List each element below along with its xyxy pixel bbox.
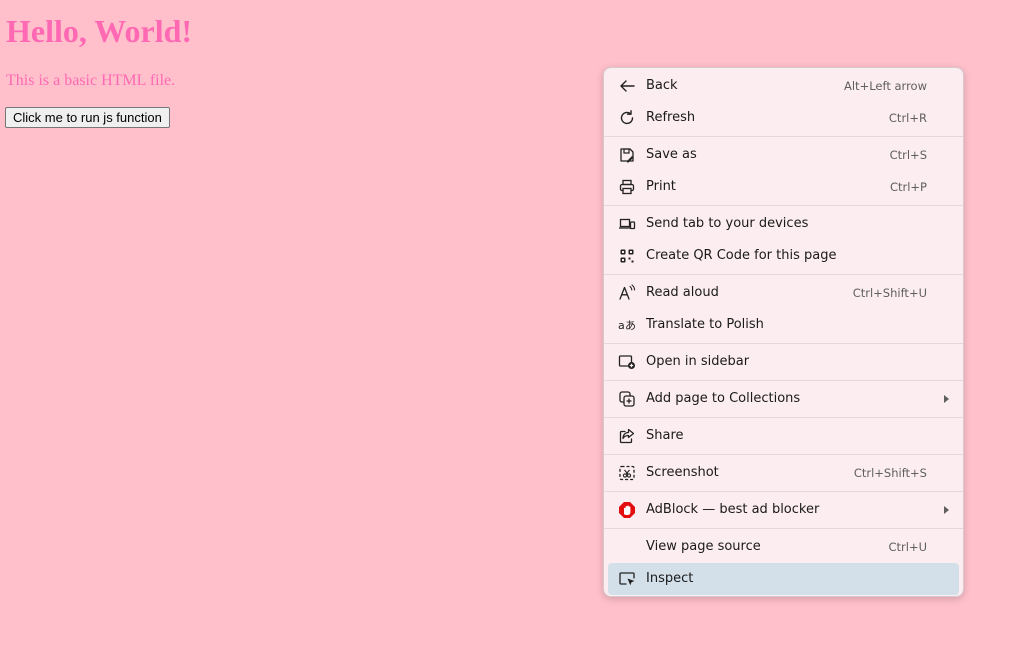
page-heading: Hello, World! [6,13,193,49]
menu-item-label: Screenshot [646,465,719,480]
translate-icon: aあ [618,316,636,334]
menu-divider [604,380,963,381]
menu-item-translate[interactable]: aあ Translate to Polish [608,309,959,341]
menu-divider [604,454,963,455]
menu-item-label: Send tab to your devices [646,216,809,231]
menu-divider [604,274,963,275]
menu-item-label: Back [646,78,678,93]
menu-item-shortcut: Ctrl+Shift+S [853,466,927,480]
menu-item-label: Translate to Polish [646,317,764,332]
menu-item-save-as[interactable]: Save as Ctrl+S [608,139,959,171]
menu-divider [604,417,963,418]
inspect-icon [618,570,636,588]
menu-item-qr-code[interactable]: Create QR Code for this page [608,240,959,272]
page-paragraph: This is a basic HTML file. [6,72,176,89]
devices-icon [618,215,636,233]
menu-item-label: Create QR Code for this page [646,248,837,263]
submenu-arrow-icon [944,506,949,514]
menu-item-open-sidebar[interactable]: Open in sidebar [608,346,959,378]
menu-divider [604,528,963,529]
printer-icon [618,178,636,196]
menu-item-back[interactable]: Back Alt+Left arrow [608,70,959,102]
menu-item-read-aloud[interactable]: Read aloud Ctrl+Shift+U [608,277,959,309]
adblock-icon [618,501,636,519]
menu-item-shortcut: Ctrl+U [888,540,927,554]
menu-item-shortcut: Ctrl+S [889,148,927,162]
share-icon [618,427,636,445]
refresh-icon [618,109,636,127]
submenu-arrow-icon [944,395,949,403]
menu-item-add-to-collections[interactable]: Add page to Collections [608,383,959,415]
menu-divider [604,491,963,492]
menu-item-shortcut: Ctrl+P [889,180,927,194]
collections-icon [618,390,636,408]
svg-text:a: a [618,319,625,332]
menu-item-label: Save as [646,147,697,162]
menu-item-screenshot[interactable]: Screenshot Ctrl+Shift+S [608,457,959,489]
context-menu: Back Alt+Left arrow Refresh Ctrl+R Save … [603,67,964,597]
menu-item-label: Refresh [646,110,696,125]
menu-item-refresh[interactable]: Refresh Ctrl+R [608,102,959,134]
menu-item-view-source[interactable]: View page source Ctrl+U [608,531,959,563]
save-icon [618,146,636,164]
menu-divider [604,205,963,206]
screenshot-icon [618,464,636,482]
menu-item-print[interactable]: Print Ctrl+P [608,171,959,203]
menu-item-shortcut: Alt+Left arrow [844,79,927,93]
menu-item-label: Share [646,428,684,443]
menu-item-label: Read aloud [646,285,719,300]
menu-item-share[interactable]: Share [608,420,959,452]
browser-page: Hello, World! This is a basic HTML file.… [0,0,1017,651]
menu-divider [604,136,963,137]
menu-item-inspect[interactable]: Inspect [608,563,959,595]
qr-code-icon [618,247,636,265]
menu-item-shortcut: Ctrl+R [888,111,927,125]
sidebar-icon [618,353,636,371]
menu-item-label: Open in sidebar [646,354,750,369]
menu-item-adblock[interactable]: AdBlock — best ad blocker [608,494,959,526]
menu-item-label: Add page to Collections [646,391,801,406]
run-js-button[interactable]: Click me to run js function [5,107,170,128]
menu-item-label: AdBlock — best ad blocker [646,502,820,517]
menu-item-label: Print [646,179,676,194]
menu-item-send-tab[interactable]: Send tab to your devices [608,208,959,240]
back-arrow-icon [618,77,636,95]
menu-item-label: Inspect [646,571,694,586]
svg-text:あ: あ [625,319,636,332]
menu-item-label: View page source [646,539,761,554]
menu-divider [604,343,963,344]
menu-item-shortcut: Ctrl+Shift+U [852,286,927,300]
read-aloud-icon [618,284,636,302]
